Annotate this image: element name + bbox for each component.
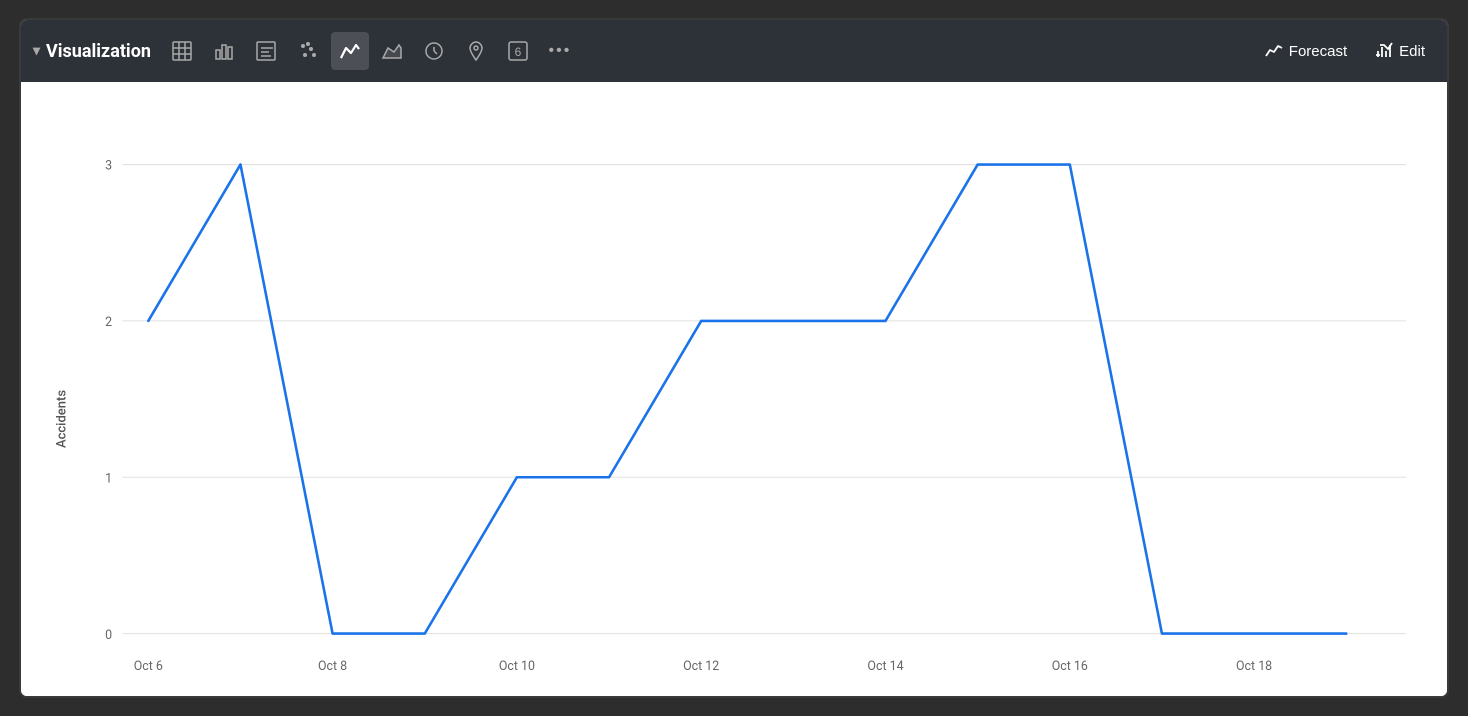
visualization-label: Visualization <box>46 41 151 62</box>
chart-area: Accidents Event Date 3 2 1 0 <box>21 82 1447 698</box>
x-tick-oct18: Oct 18 <box>1236 659 1272 674</box>
toolbar-left: ▾ Visualization <box>33 32 1251 70</box>
chevron-down-icon: ▾ <box>33 43 40 59</box>
bar-chart-icon <box>213 40 235 62</box>
y-tick-0: 0 <box>105 628 112 643</box>
line-chart-icon-button[interactable] <box>331 32 369 70</box>
x-tick-oct8: Oct 8 <box>318 659 347 674</box>
forecast-icon <box>1265 42 1283 60</box>
forecast-button[interactable]: Forecast <box>1255 36 1357 66</box>
y-axis-label: Accidents <box>55 390 70 448</box>
chart-inner: 3 2 1 0 Oct 6 Oct 8 Oct 10 Oct 12 Oct 14… <box>81 102 1427 696</box>
x-tick-oct14: Oct 14 <box>867 659 903 674</box>
toolbar-right: Forecast Edit <box>1255 36 1435 66</box>
time-icon-button[interactable] <box>415 32 453 70</box>
line-chart-svg: 3 2 1 0 Oct 6 Oct 8 Oct 10 Oct 12 Oct 14… <box>81 102 1427 696</box>
forecast-label: Forecast <box>1289 43 1347 60</box>
line-chart-icon <box>339 40 361 62</box>
table-icon-button[interactable] <box>163 32 201 70</box>
x-tick-oct16: Oct 16 <box>1052 659 1088 674</box>
toolbar: ▾ Visualization <box>21 20 1447 82</box>
area-chart-icon <box>381 40 403 62</box>
ellipsis-icon: ••• <box>549 42 572 60</box>
gantt-icon-button[interactable] <box>247 32 285 70</box>
x-tick-oct12: Oct 12 <box>683 659 719 674</box>
y-tick-1: 1 <box>105 471 112 486</box>
gantt-icon <box>255 40 277 62</box>
map-pin-icon <box>465 40 487 62</box>
area-chart-icon-button[interactable] <box>373 32 411 70</box>
scatter-icon-button[interactable] <box>289 32 327 70</box>
visualization-panel: ▾ Visualization <box>19 18 1449 698</box>
edit-label: Edit <box>1399 43 1425 60</box>
x-tick-oct6: Oct 6 <box>134 659 163 674</box>
more-icon-button[interactable]: ••• <box>541 32 579 70</box>
x-tick-oct10: Oct 10 <box>499 659 535 674</box>
svg-text:6: 6 <box>515 45 522 59</box>
clock-icon <box>423 40 445 62</box>
bar-chart-icon-button[interactable] <box>205 32 243 70</box>
data-line <box>148 165 1346 634</box>
y-tick-3: 3 <box>105 159 112 174</box>
single-value-icon-button[interactable]: 6 <box>499 32 537 70</box>
number-6-icon: 6 <box>507 40 529 62</box>
scatter-icon <box>297 40 319 62</box>
edit-button[interactable]: Edit <box>1365 36 1435 66</box>
edit-icon <box>1375 42 1393 60</box>
map-icon-button[interactable] <box>457 32 495 70</box>
visualization-toggle[interactable]: ▾ Visualization <box>33 41 151 62</box>
y-tick-2: 2 <box>105 315 112 330</box>
table-icon <box>171 40 193 62</box>
